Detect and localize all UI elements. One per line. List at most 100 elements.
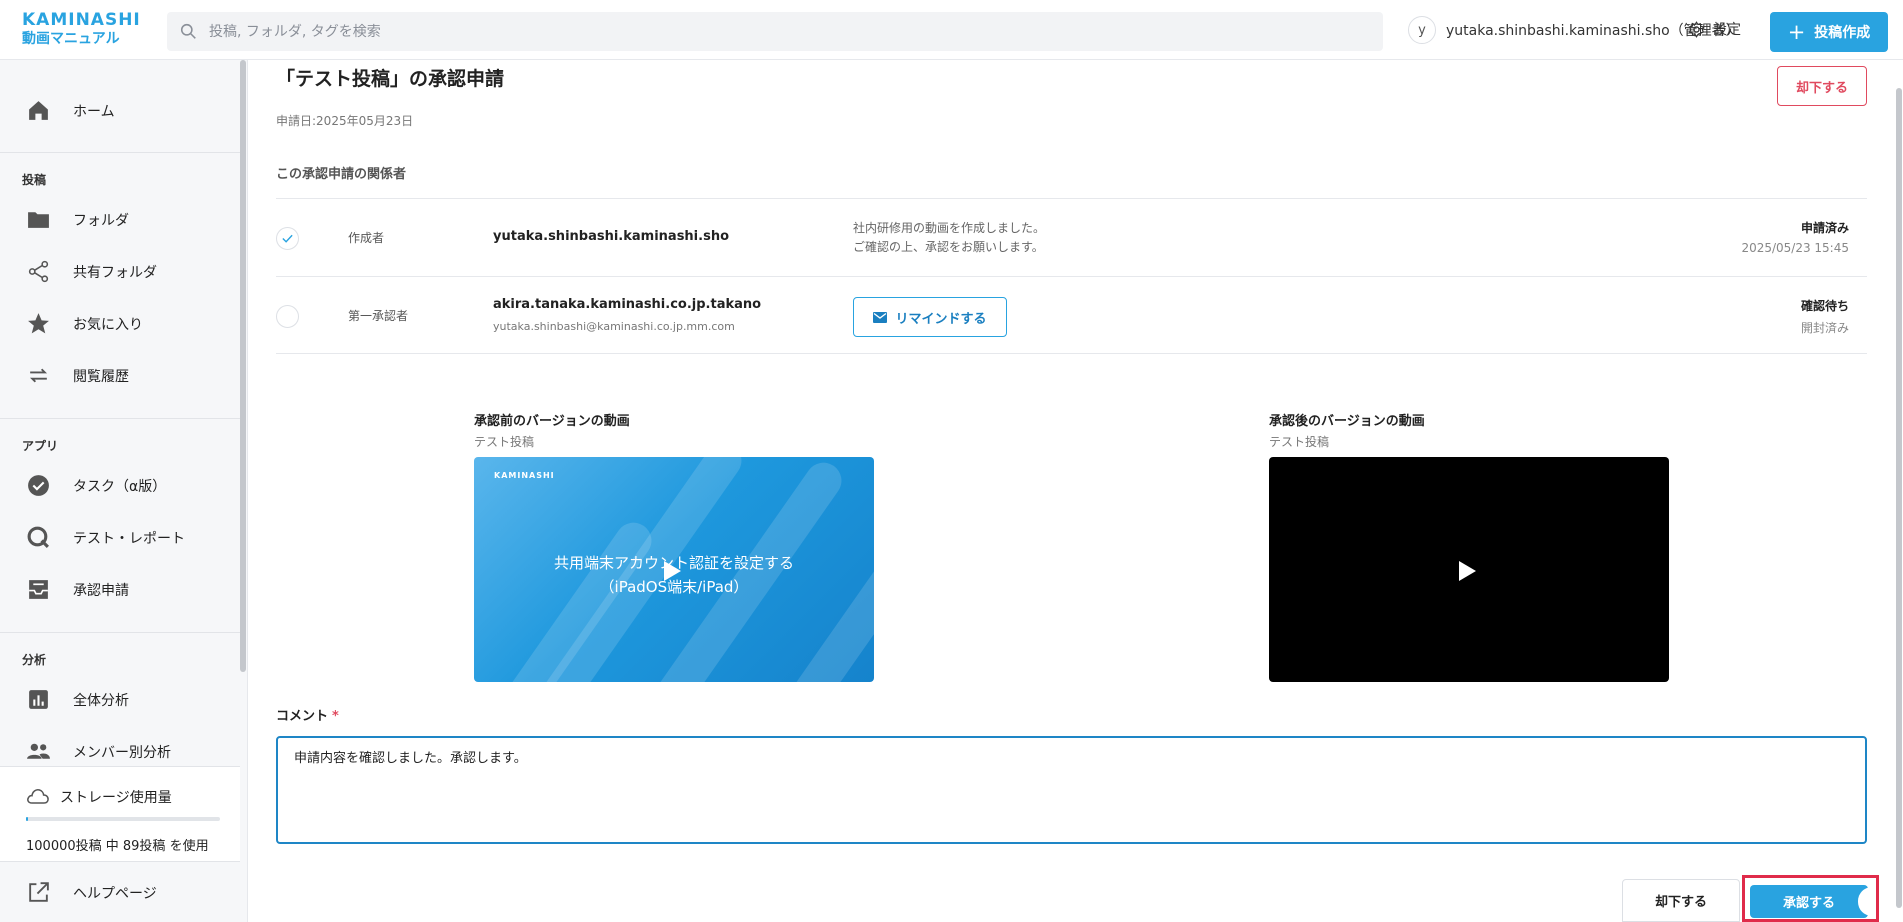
sidebar-item-label: フォルダ: [73, 213, 129, 229]
repeat-icon: [29, 368, 48, 383]
sidebar-item-favorites[interactable]: お気に入り: [0, 299, 238, 347]
participant-role: 第一承認者: [348, 309, 409, 323]
sidebar-item-test-report[interactable]: テスト・レポート: [0, 513, 238, 561]
storage-usage-text: 100000投稿 中 89投稿 を使用: [26, 839, 209, 854]
reject-button-bottom[interactable]: 却下する: [1622, 879, 1740, 922]
search-icon: [180, 23, 196, 39]
sidebar-item-shared-folder[interactable]: 共有フォルダ: [0, 247, 238, 295]
comment-label: コメント *: [276, 705, 339, 724]
participant-email: yutaka.shinbashi@kaminashi.co.jp.mm.com: [493, 320, 735, 333]
divider: [0, 152, 240, 153]
divider: [0, 632, 240, 633]
settings-button[interactable]: 設定: [1688, 19, 1741, 39]
mail-icon: [873, 311, 888, 323]
after-video-subtitle: テスト投稿: [1269, 435, 1330, 449]
divider: [0, 418, 240, 419]
remind-button[interactable]: リマインドする: [853, 297, 1007, 337]
participant-name: yutaka.shinbashi.kaminashi.sho: [493, 229, 729, 244]
settings-label: 設定: [1713, 22, 1741, 38]
storage-progress-bar: [26, 817, 220, 821]
participant-message: 社内研修用の動画を作成しました。 ご確認の上、承認をお願いします。: [853, 219, 1045, 257]
inbox-icon: [29, 580, 48, 599]
comment-textarea[interactable]: 申請内容を確認しました。承認します。: [276, 736, 1867, 844]
sidebar-item-label: テスト・レポート: [73, 531, 185, 547]
sidebar-item-label: お気に入り: [73, 317, 143, 333]
video-brand-logo: KAMINASHI: [494, 471, 555, 480]
storage-title: ストレージ使用量: [60, 790, 172, 806]
folder-icon: [28, 212, 49, 228]
sidebar-scrollbar[interactable]: [240, 60, 246, 672]
bar-chart-icon: [29, 690, 48, 709]
request-date: 申請日:2025年05月23日: [276, 114, 414, 128]
section-label-posts: 投稿: [22, 173, 47, 187]
approve-button[interactable]: 承認する: [1750, 885, 1868, 918]
avatar: y: [1408, 16, 1436, 44]
sidebar-item-label: ホーム: [73, 104, 115, 120]
search-input[interactable]: [209, 12, 1369, 51]
play-icon[interactable]: [1459, 561, 1476, 581]
after-video-player[interactable]: [1269, 457, 1669, 682]
status-timestamp: 2025/05/23 15:45: [1741, 241, 1849, 255]
participant-status: 申請済み 2025/05/23 15:45: [1741, 219, 1849, 255]
message-line: ご確認の上、承認をお願いします。: [853, 240, 1044, 254]
sidebar-item-label: 閲覧履歴: [73, 369, 129, 385]
sidebar-item-overall[interactable]: 全体分析: [0, 675, 238, 723]
plus-icon: +: [1787, 19, 1806, 44]
sidebar-item-label: 共有フォルダ: [73, 265, 157, 281]
cloud-icon: [27, 789, 49, 804]
before-video-player[interactable]: KAMINASHI 共用端末アカウント認証を設定する （iPadOS端末/iPa…: [474, 457, 874, 682]
quiz-icon: [27, 526, 49, 548]
create-post-button[interactable]: + 投稿作成: [1770, 12, 1888, 52]
related-people-title: この承認申請の関係者: [276, 167, 407, 182]
status-substatus: 開封済み: [1800, 321, 1849, 335]
logo-wordmark: KAMINASHI: [22, 10, 141, 30]
check-icon: [276, 227, 299, 250]
reject-button-top[interactable]: 却下する: [1777, 66, 1867, 106]
search-box[interactable]: [167, 12, 1383, 51]
participant-status: 確認待ち 開封済み: [1801, 297, 1849, 336]
sidebar-item-history[interactable]: 閲覧履歴: [0, 351, 238, 399]
create-post-label: 投稿作成: [1814, 25, 1871, 41]
participant-role: 作成者: [348, 231, 385, 245]
participant-name: akira.tanaka.kaminashi.co.jp.takano: [493, 297, 762, 312]
sidebar-item-folder[interactable]: フォルダ: [0, 195, 238, 243]
sidebar-item-approval[interactable]: 承認申請: [0, 565, 238, 613]
storage-progress-fill: [26, 817, 28, 821]
sidebar-item-label: タスク（α版）: [73, 479, 167, 495]
gear-icon: [1688, 20, 1705, 38]
section-label-apps: アプリ: [22, 439, 59, 453]
main-scrollbar[interactable]: [1896, 88, 1902, 908]
after-video-title: 承認後のバージョンの動画: [1269, 414, 1425, 429]
play-icon[interactable]: [664, 561, 681, 581]
logo-subtitle: 動画マニュアル: [22, 31, 120, 47]
external-link-icon: [29, 882, 49, 902]
home-icon: [29, 101, 48, 120]
sidebar-item-help[interactable]: ヘルプページ: [0, 868, 238, 916]
storage-panel: ストレージ使用量 100000投稿 中 89投稿 を使用: [0, 766, 240, 862]
remind-label: リマインドする: [895, 311, 987, 327]
message-line: 社内研修用の動画を作成しました。: [853, 221, 1046, 235]
share-icon: [28, 260, 49, 283]
people-icon: [27, 743, 50, 759]
sidebar-item-home[interactable]: ホーム: [0, 86, 238, 134]
comment-label-text: コメント: [276, 709, 329, 724]
sidebar: ホーム 投稿 フォルダ 共有フォルダ お気に入り 閲覧履歴 アプリ タスク（α版…: [0, 60, 248, 922]
sidebar-item-task[interactable]: タスク（α版）: [0, 461, 238, 509]
before-video-subtitle: テスト投稿: [474, 435, 535, 449]
status-label: 申請済み: [1800, 221, 1849, 235]
participant-row: 作成者 yutaka.shinbashi.kaminashi.sho 社内研修用…: [276, 198, 1867, 276]
before-video-title: 承認前のバージョンの動画: [474, 414, 630, 429]
top-header: KAMINASHI 動画マニュアル y yutaka.shinbashi.kam…: [0, 0, 1903, 60]
app-logo[interactable]: KAMINASHI 動画マニュアル: [22, 10, 141, 47]
required-mark: *: [332, 709, 339, 724]
section-label-analysis: 分析: [22, 653, 47, 667]
after-version-block: 承認後のバージョンの動画 テスト投稿: [1269, 410, 1669, 682]
main-content: 「テスト投稿」の承認申請 申請日:2025年05月23日 却下する この承認申請…: [248, 60, 1903, 922]
sidebar-item-label: ヘルプページ: [73, 886, 157, 902]
check-circle-icon: [28, 475, 49, 496]
sidebar-item-label: 承認申請: [73, 583, 129, 599]
participant-row: 第一承認者 akira.tanaka.kaminashi.co.jp.takan…: [276, 276, 1867, 354]
sidebar-item-label: メンバー別分析: [73, 745, 171, 761]
status-label: 確認待ち: [1800, 299, 1849, 313]
pending-circle-icon: [276, 305, 299, 328]
